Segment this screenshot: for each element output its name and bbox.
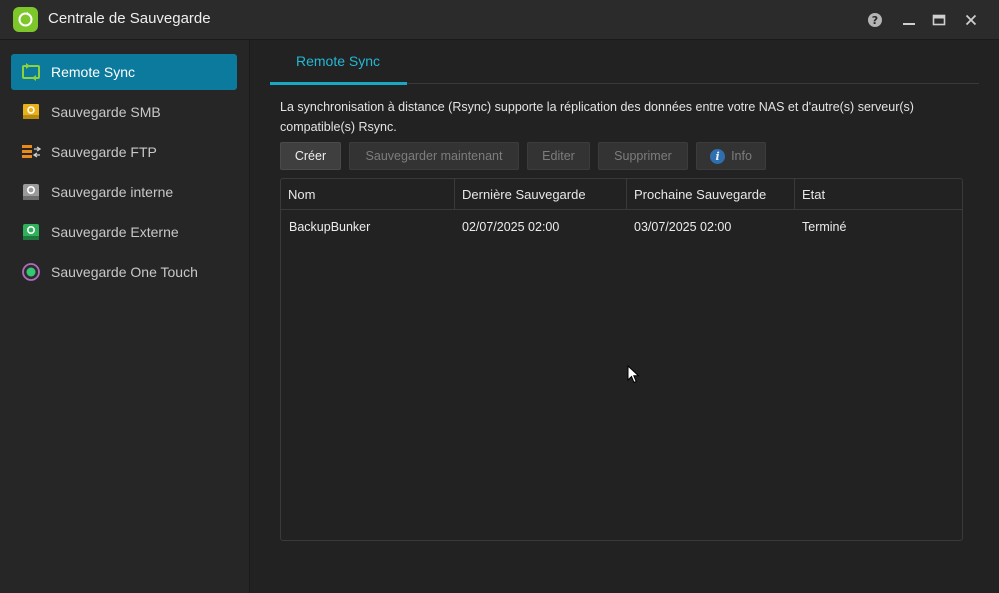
sidebar-item-label: Sauvegarde Externe <box>51 224 179 240</box>
ftp-icon <box>21 142 42 162</box>
tab-label: Remote Sync <box>296 53 381 69</box>
tab-active-indicator <box>270 82 407 85</box>
sidebar-item-external[interactable]: Sauvegarde Externe <box>11 214 237 250</box>
internal-backup-icon <box>21 182 41 202</box>
create-button[interactable]: Créer <box>280 142 341 170</box>
sidebar-item-label: Remote Sync <box>51 64 136 80</box>
sidebar-item-label: Sauvegarde One Touch <box>51 264 198 280</box>
column-header-next-backup[interactable]: Prochaine Sauvegarde <box>627 179 795 210</box>
external-backup-icon <box>21 222 41 242</box>
sidebar-item-label: Sauvegarde FTP <box>51 144 157 160</box>
title-bar: Centrale de Sauvegarde ? <box>0 0 999 40</box>
sync-jobs-table: Nom Dernière Sauvegarde Prochaine Sauveg… <box>280 178 963 541</box>
close-icon[interactable] <box>962 11 980 29</box>
description-text: La synchronisation à distance (Rsync) su… <box>280 100 914 134</box>
table-header: Nom Dernière Sauvegarde Prochaine Sauveg… <box>281 179 962 210</box>
sidebar-item-smb[interactable]: Sauvegarde SMB <box>11 94 237 130</box>
tab-remote-sync[interactable]: Remote Sync <box>270 40 407 85</box>
edit-button[interactable]: Editer <box>527 142 590 170</box>
main-panel: Remote Sync La synchronisation à distanc… <box>251 40 999 593</box>
column-header-name[interactable]: Nom <box>281 179 455 210</box>
info-button[interactable]: i Info <box>696 142 766 170</box>
sidebar-item-internal[interactable]: Sauvegarde interne <box>11 174 237 210</box>
sidebar-item-label: Sauvegarde SMB <box>51 104 161 120</box>
minimize-icon[interactable] <box>900 11 918 29</box>
cell-last-backup: 02/07/2025 02:00 <box>462 220 560 234</box>
delete-button[interactable]: Supprimer <box>598 142 688 170</box>
info-button-label: Info <box>731 149 752 163</box>
help-icon[interactable]: ? <box>866 11 884 29</box>
app-icon <box>13 7 38 32</box>
sidebar: Remote Sync Sauvegarde SMB Sauvegarde FT… <box>0 40 250 593</box>
cell-status: Terminé <box>802 220 847 234</box>
tab-bar: Remote Sync <box>270 40 979 85</box>
sidebar-item-label: Sauvegarde interne <box>51 184 174 200</box>
one-touch-icon <box>21 262 41 282</box>
info-icon: i <box>710 148 726 164</box>
column-header-last-backup[interactable]: Dernière Sauvegarde <box>455 179 627 210</box>
column-header-status[interactable]: Etat <box>795 179 962 210</box>
cell-next-backup: 03/07/2025 02:00 <box>634 220 732 234</box>
window-title: Centrale de Sauvegarde <box>48 10 211 27</box>
backup-now-button[interactable]: Sauvegarder maintenant <box>349 142 519 170</box>
cell-name: BackupBunker <box>289 220 371 234</box>
remote-sync-icon <box>21 62 41 82</box>
sidebar-item-remote-sync[interactable]: Remote Sync <box>11 54 237 90</box>
svg-text:?: ? <box>872 14 878 27</box>
maximize-icon[interactable] <box>930 11 948 29</box>
mouse-cursor-icon <box>627 364 641 385</box>
smb-icon <box>21 102 41 122</box>
sidebar-item-ftp[interactable]: Sauvegarde FTP <box>11 134 237 170</box>
sidebar-item-one-touch[interactable]: Sauvegarde One Touch <box>11 254 237 290</box>
table-row[interactable]: BackupBunker 02/07/2025 02:00 03/07/2025… <box>281 210 962 244</box>
